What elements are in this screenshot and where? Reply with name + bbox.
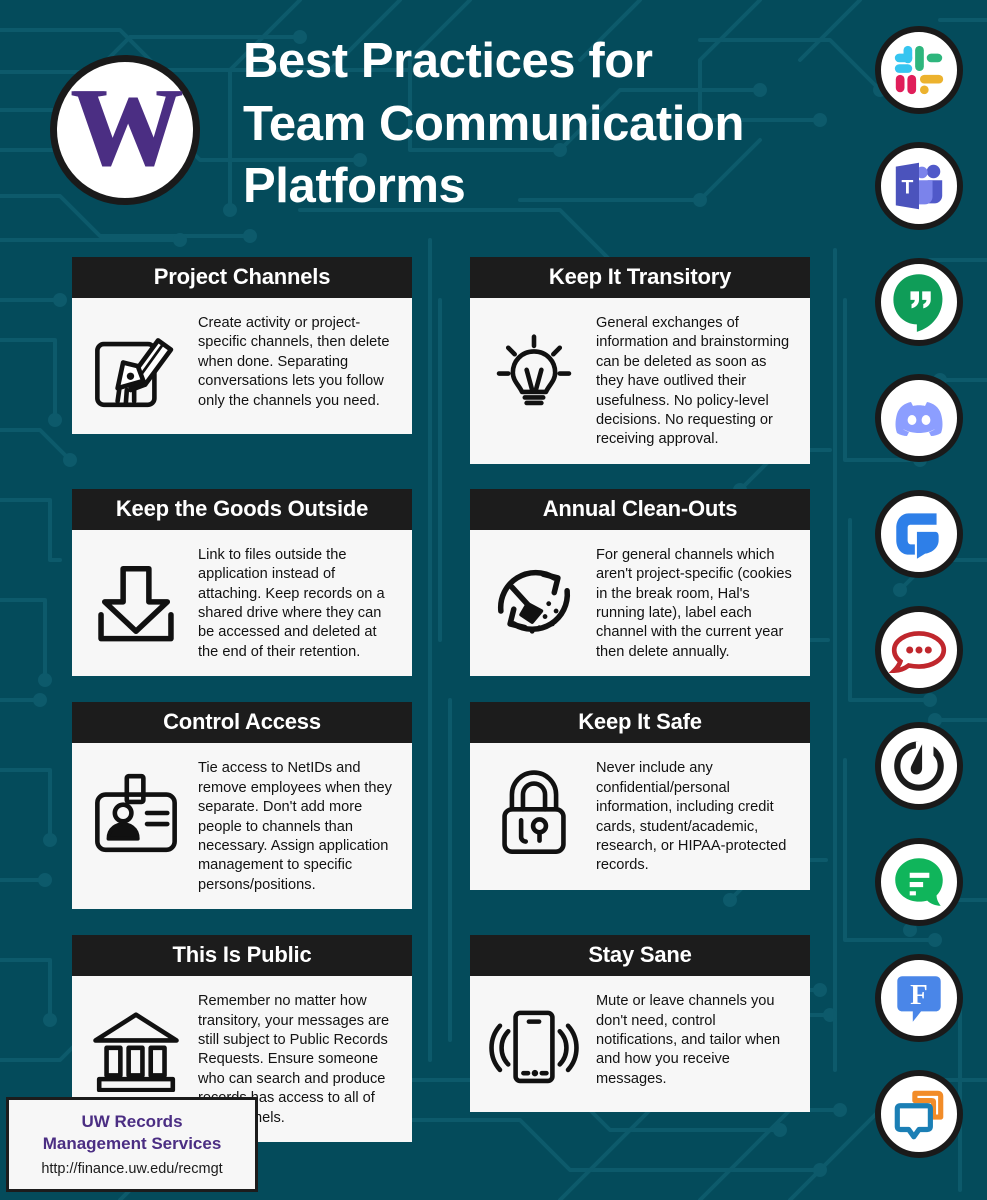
download-arrow-icon: [84, 548, 188, 652]
org-line-1: UW Records: [81, 1111, 183, 1131]
card-body: General exchanges of information and bra…: [470, 298, 810, 464]
card-slot: Stay Sane Mute or leave channels you don…: [470, 909, 810, 1142]
card-keep-the-goods-outside: Keep the Goods Outside Link to files out…: [72, 488, 412, 677]
card-description: Create activity or project-specific chan…: [198, 315, 390, 409]
platform-icon-rail: T F: [875, 26, 967, 1158]
card-title: Annual Clean-Outs: [470, 488, 810, 530]
card-body: Link to files outside the application in…: [72, 530, 412, 676]
vibrating-phone-icon: [482, 994, 586, 1098]
card-title: Stay Sane: [470, 935, 810, 977]
card-description: For general channels which aren't projec…: [596, 546, 792, 660]
card-annual-clean-outs: Annual Clean-Outs For general channels w…: [470, 488, 810, 677]
card-description: Link to files outside the application in…: [198, 546, 385, 660]
hand-writing-note-icon: [84, 316, 188, 420]
bank-building-icon: [84, 994, 188, 1098]
card-body: Create activity or project-specific chan…: [72, 298, 412, 434]
title-line-2: Team Communication: [243, 96, 745, 151]
footer-credit-box: UW Records Management Services http://fin…: [6, 1096, 258, 1192]
infographic-poster: W Best Practices for Team Communication Pl…: [0, 0, 987, 1200]
card-title: Keep It Safe: [470, 702, 810, 744]
card-description: Never include any confidential/personal …: [596, 760, 787, 874]
card-title: Control Access: [72, 702, 412, 744]
page-title: Best Practices for Team Communication Plat…: [243, 30, 843, 218]
svg-text:F: F: [910, 979, 928, 1011]
best-practice-cards-grid: Project Channels Create activity or proj…: [72, 257, 817, 1142]
discord-icon[interactable]: [875, 374, 963, 462]
org-name: UW Records Management Services: [17, 1111, 247, 1155]
card-keep-it-safe: Keep It Safe Never include any confident…: [470, 702, 810, 890]
google-hangouts-icon[interactable]: [875, 258, 963, 346]
card-stay-sane: Stay Sane Mute or leave channels you don…: [470, 935, 810, 1113]
card-slot: Annual Clean-Outs For general channels w…: [470, 464, 810, 677]
ryver-icon[interactable]: [875, 1070, 963, 1158]
svg-text:T: T: [901, 178, 913, 199]
card-body: Never include any confidential/personal …: [470, 743, 810, 889]
card-title: Project Channels: [72, 257, 412, 298]
microsoft-teams-icon[interactable]: T: [875, 142, 963, 230]
card-description: Tie access to NetIDs and remove employee…: [198, 760, 392, 893]
rocket-chat-icon[interactable]: [875, 606, 963, 694]
card-slot: Control Access Tie access to NetIDs and …: [72, 676, 412, 910]
card-body: Mute or leave channels you don't need, c…: [470, 976, 810, 1112]
uw-logo-badge: W: [50, 55, 200, 205]
uw-w-logo: W: [70, 66, 182, 190]
card-title: This Is Public: [72, 935, 412, 977]
mattermost-icon[interactable]: [875, 722, 963, 810]
card-slot: Keep the Goods Outside Link to files out…: [72, 464, 412, 677]
id-badge-icon: [84, 761, 188, 865]
card-description: Mute or leave channels you don't need, c…: [596, 993, 781, 1087]
flock-icon[interactable]: [875, 838, 963, 926]
padlock-icon: [482, 761, 586, 865]
card-slot: Project Channels Create activity or proj…: [72, 257, 412, 464]
card-keep-it-transitory: Keep It Transitory General exchanges of …: [470, 257, 810, 464]
org-line-2: Management Services: [42, 1133, 222, 1153]
title-line-1: Best Practices for: [243, 34, 653, 88]
card-project-channels: Project Channels Create activity or proj…: [72, 257, 412, 434]
card-title: Keep It Transitory: [470, 257, 810, 298]
card-control-access: Control Access Tie access to NetIDs and …: [72, 702, 412, 910]
card-description: General exchanges of information and bra…: [596, 315, 790, 448]
card-body: For general channels which aren't projec…: [470, 530, 810, 676]
broom-refresh-icon: [482, 548, 586, 652]
title-line-3: Platforms: [243, 159, 466, 214]
fleep-icon[interactable]: F: [875, 954, 963, 1042]
footer-url[interactable]: http://finance.uw.edu/recmgt: [17, 1161, 247, 1177]
slack-icon[interactable]: [875, 26, 963, 114]
card-title: Keep the Goods Outside: [72, 488, 412, 530]
poster-header: W Best Practices for Team Communication Pl…: [0, 0, 840, 240]
chatwork-icon[interactable]: [875, 490, 963, 578]
card-body: Tie access to NetIDs and remove employee…: [72, 743, 412, 909]
card-slot: Keep It Transitory General exchanges of …: [470, 257, 810, 464]
lightbulb-icon: [482, 316, 586, 420]
card-slot: Keep It Safe Never include any confident…: [470, 676, 810, 909]
